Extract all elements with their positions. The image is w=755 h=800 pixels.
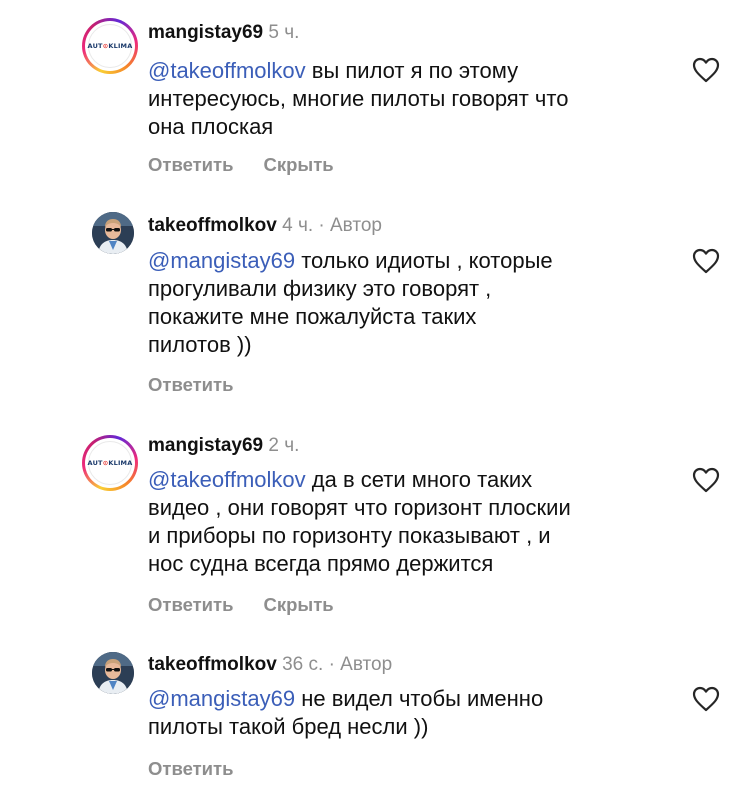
heart-icon[interactable] — [692, 248, 720, 274]
mention-link[interactable]: @takeoffmolkov — [148, 467, 306, 492]
comment-time: 4 ч. — [282, 215, 314, 236]
username-link[interactable]: takeoffmolkov — [148, 654, 277, 675]
comment-time: 2 ч. — [268, 435, 300, 456]
comment-text: @takeoffmolkov вы пилот я по этому интер… — [148, 58, 569, 139]
username-link[interactable]: mangistay69 — [148, 435, 263, 456]
comment-actions: Ответить Скрыть — [148, 594, 334, 616]
avatar[interactable] — [92, 652, 134, 694]
autoklima-logo-icon: AUT⊙KLIMA — [88, 441, 132, 485]
logo-text: AUT⊙KLIMA — [87, 459, 133, 467]
user-photo-icon — [92, 212, 134, 254]
hide-button[interactable]: Скрыть — [264, 154, 334, 175]
mention-link[interactable]: @mangistay69 — [148, 248, 295, 273]
autoklima-logo-icon: AUT⊙KLIMA — [88, 24, 132, 68]
reply-button[interactable]: Ответить — [148, 154, 234, 175]
comment-text: @takeoffmolkov да в сети много таких вид… — [148, 467, 571, 576]
comment-actions: Ответить — [148, 758, 234, 780]
comment-time: 5 ч. — [268, 22, 300, 43]
comment-header: takeoffmolkov 4 ч. · Автор — [148, 215, 382, 237]
reply-button[interactable]: Ответить — [148, 758, 234, 779]
hide-button[interactable]: Скрыть — [264, 594, 334, 615]
comment-text: @mangistay69 только идиоты , которые про… — [148, 248, 553, 357]
reply-button[interactable]: Ответить — [148, 374, 234, 395]
avatar[interactable]: AUT⊙KLIMA — [82, 435, 138, 491]
comment-text: @mangistay69 не видел чтобы именно пилот… — [148, 686, 544, 739]
reply-button[interactable]: Ответить — [148, 594, 234, 615]
heart-icon[interactable] — [692, 686, 720, 712]
heart-icon[interactable] — [692, 57, 720, 83]
comment-header: mangistay69 2 ч. — [148, 435, 299, 457]
username-link[interactable]: takeoffmolkov — [148, 215, 277, 236]
avatar[interactable] — [92, 212, 134, 254]
comment-time: 36 с. — [282, 654, 324, 675]
avatar[interactable]: AUT⊙KLIMA — [82, 18, 138, 74]
comment-header: takeoffmolkov 36 с. · Автор — [148, 654, 392, 676]
comment-actions: Ответить — [148, 374, 234, 396]
mention-link[interactable]: @takeoffmolkov — [148, 58, 306, 83]
comment-header: mangistay69 5 ч. — [148, 22, 299, 44]
avatar-ring-gap: AUT⊙KLIMA — [85, 21, 135, 71]
username-link[interactable]: mangistay69 — [148, 22, 263, 43]
comment-actions: Ответить Скрыть — [148, 154, 334, 176]
author-badge: · Автор — [328, 654, 393, 675]
user-photo-icon — [92, 652, 134, 694]
avatar-ring-gap: AUT⊙KLIMA — [85, 438, 135, 488]
author-badge: · Автор — [318, 215, 382, 236]
logo-text: AUT⊙KLIMA — [87, 42, 133, 50]
mention-link[interactable]: @mangistay69 — [148, 686, 295, 711]
heart-icon[interactable] — [692, 467, 720, 493]
